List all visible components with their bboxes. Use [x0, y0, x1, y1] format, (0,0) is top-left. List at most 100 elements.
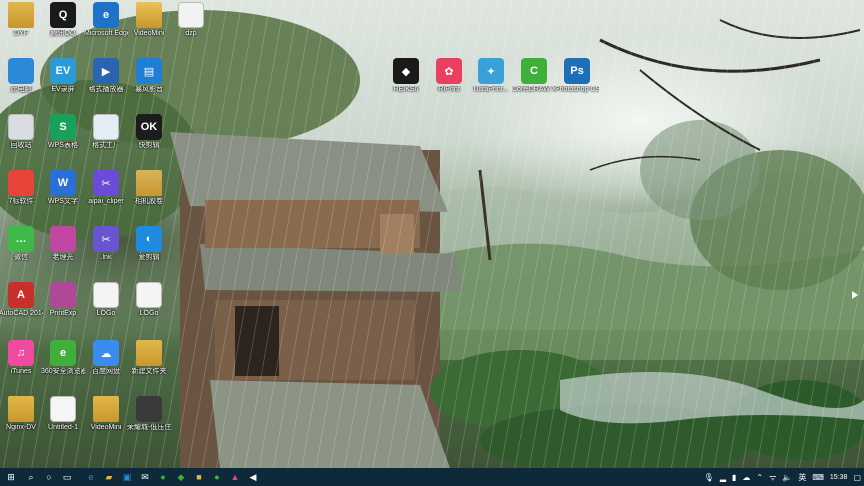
player-icon: ▶	[93, 58, 119, 84]
desktop-icon[interactable]: DYF	[0, 2, 42, 38]
wifi-icon[interactable]: ᯤ	[769, 472, 776, 483]
desktop-icon-label: 腾讯QQ	[50, 30, 76, 37]
desktop-icon[interactable]: 荣耀城-低压住宅配标...	[127, 396, 171, 432]
desktop-icon[interactable]: e Microsoft Edge	[84, 2, 128, 38]
corel-taskbar-icon[interactable]: ◆	[172, 468, 190, 486]
desktop-icon-label: 老理光	[52, 254, 74, 261]
desktop-icon[interactable]: C CorelDRAW X8 (64 Bit)	[512, 58, 556, 94]
desktop-icon-label: 暴风影音	[135, 86, 163, 93]
desktop-icon-label: CorelDRAW X8 (64 Bit)	[512, 86, 556, 93]
start-icon[interactable]: ⊞	[0, 468, 22, 486]
desktop-icon[interactable]: ✂ aipai_cliper	[85, 170, 127, 206]
desktop-icon-label: EV录屏	[51, 86, 75, 93]
desktop-icon-label: UltraPrint...	[473, 86, 509, 93]
recycle-bin-icon	[8, 114, 34, 140]
mail-icon[interactable]: ✉	[136, 468, 154, 486]
coreldraw-icon: C	[521, 58, 547, 84]
ime-indicator[interactable]: 英	[798, 472, 806, 483]
desktop-icon[interactable]: dzp	[170, 2, 212, 38]
desktop-icon-label: Nginx-DV	[6, 424, 36, 431]
desktop-icon-label: LOGo	[139, 310, 159, 317]
cloud-icon[interactable]: ☁	[742, 473, 750, 482]
desktop-icon[interactable]: VideoMini	[85, 396, 127, 432]
desktop-icon[interactable]: ▶ 格式播放器	[85, 58, 127, 94]
desktop-icon-label: 爱剪辑	[138, 254, 160, 261]
battery-icon[interactable]: ▮	[732, 473, 736, 482]
desktop-icon[interactable]: ◐ 爱剪辑	[128, 226, 170, 262]
storm-player-icon: ▤	[136, 58, 162, 84]
desktop-icon-label: 回收站	[10, 142, 32, 149]
microphone-icon[interactable]: 🎙	[704, 473, 714, 482]
desktop-icon-label: .lnk	[100, 254, 112, 261]
desktop-icon[interactable]: ▤ 暴风影音	[128, 58, 170, 94]
desktop-icon-label: dzp	[185, 30, 197, 37]
desktop-icon[interactable]: ♫ iTunes	[0, 340, 42, 376]
desktop-icon[interactable]: 7标软件	[0, 170, 42, 206]
store-icon[interactable]: ▣	[118, 468, 136, 486]
share-taskbar-icon[interactable]: ◀	[244, 468, 262, 486]
desktop-icon[interactable]: OK 快剪辑	[128, 114, 170, 150]
desktop-icon[interactable]: PrintExp	[42, 282, 84, 318]
volume-icon[interactable]: 🔈	[782, 473, 792, 482]
network-icon[interactable]: ▂	[720, 473, 726, 482]
desktop-icon-label: VideoMini	[90, 424, 122, 431]
blank-file-icon	[50, 396, 76, 422]
desktop-icon[interactable]: … 微信	[0, 226, 42, 262]
desktop-icon[interactable]: ☁ 百度网盘	[85, 340, 127, 376]
desktop-icon[interactable]: LOGo	[85, 282, 127, 318]
keyboard-icon[interactable]: ⌨	[812, 473, 824, 482]
desktop-icon-label: RIPrint	[438, 86, 460, 93]
desktop-icon[interactable]: W WPS文字	[42, 170, 84, 206]
wechat-icon: …	[8, 226, 34, 252]
clock[interactable]: 15:38	[830, 474, 848, 481]
desktop-icon[interactable]: Nginx-DV	[0, 396, 42, 432]
desktop-icon[interactable]: ◆ REIKS6	[385, 58, 427, 94]
baidu-netdisk-icon: ☁	[93, 340, 119, 366]
task-view-icon[interactable]: ▭	[58, 468, 76, 486]
desktop-icon[interactable]: ✿ RIPrint	[428, 58, 470, 94]
desktop-icon[interactable]: Ps Photoshop CS5	[555, 58, 599, 94]
logo-file-icon	[93, 282, 119, 308]
desktop-icon[interactable]: 回收站	[0, 114, 42, 150]
desktop-icon[interactable]: ✂ .lnk	[85, 226, 127, 262]
desktop-icon[interactable]: 格式工厂	[85, 114, 127, 150]
file-explorer-icon[interactable]: ▰	[100, 468, 118, 486]
wechat-taskbar-icon[interactable]: ●	[208, 468, 226, 486]
desktop-icon-label: 此电脑	[10, 86, 32, 93]
document-icon	[136, 396, 162, 422]
desktop-icon[interactable]: A AutoCAD 2014 - 简...	[0, 282, 43, 318]
desktop-icon[interactable]: 老理光	[42, 226, 84, 262]
desktop-icon-label: iTunes	[10, 368, 32, 375]
desktop-icon[interactable]: 此电脑	[0, 58, 42, 94]
cortana-icon[interactable]: ○	[40, 468, 58, 486]
edge-icon[interactable]: e	[82, 468, 100, 486]
360-browser-icon[interactable]: ●	[154, 468, 172, 486]
itunes-icon: ♫	[8, 340, 34, 366]
browser-360-icon: e	[50, 340, 76, 366]
desktop-icon[interactable]: LOGo	[128, 282, 170, 318]
desktop-icon[interactable]: EV EV录屏	[42, 58, 84, 94]
photo-taskbar-icon[interactable]: ▲	[226, 468, 244, 486]
kuaijianji-icon: OK	[136, 114, 162, 140]
show-hidden-icons-icon[interactable]: ⌃	[756, 473, 763, 482]
app-taskbar-icon[interactable]: ■	[190, 468, 208, 486]
qq-icon: Q	[50, 2, 76, 28]
folder-icon	[8, 396, 34, 422]
desktop-icon[interactable]: S WPS表格	[42, 114, 84, 150]
desktop-icon[interactable]: 相机胶卷	[128, 170, 170, 206]
notification-icon[interactable]: ▢	[853, 473, 861, 482]
desktop-icon-label: 相机胶卷	[135, 198, 163, 205]
desktop-icon-label: 微信	[14, 254, 28, 261]
desktop-icon[interactable]: e 360安全浏览器	[41, 340, 85, 376]
search-icon[interactable]: ⌕	[22, 468, 40, 486]
desktop-icon[interactable]: 新建文件夹	[128, 340, 170, 376]
desktop-icon[interactable]: ✦ UltraPrint...	[470, 58, 512, 94]
desktop[interactable]: DYF Q 腾讯QQ e Microsoft Edge VideoMini dzp 此电脑 EV…	[0, 0, 864, 468]
desktop-icon[interactable]: Untitled-1	[42, 396, 84, 432]
printer-icon	[50, 282, 76, 308]
wps-writer-icon: W	[50, 170, 76, 196]
desktop-icon[interactable]: Q 腾讯QQ	[42, 2, 84, 38]
desktop-icon-label: Photoshop CS5	[555, 86, 599, 93]
desktop-icon-label: 格式播放器	[88, 86, 124, 93]
desktop-icon[interactable]: VideoMini	[128, 2, 170, 38]
